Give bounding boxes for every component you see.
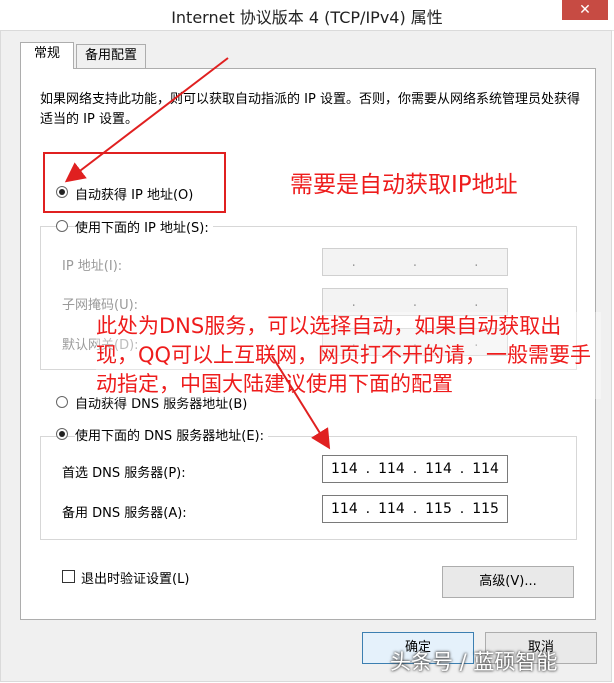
watermark-text: 头条号 / 蓝硕智能 — [390, 650, 558, 674]
close-icon: ✕ — [579, 2, 591, 18]
annotation-auto-ip-note: 需要是自动获取IP地址 — [290, 172, 518, 198]
alternate-dns-octet-3: 115 — [425, 501, 452, 517]
preferred-dns-octet-4: 114 — [472, 461, 499, 477]
description-text: 如果网络支持此功能，则可以获取自动指派的 IP 设置。否则，你需要从网络系统管理… — [40, 92, 580, 127]
validate-on-exit-label[interactable]: 退出时验证设置(L) — [81, 568, 189, 587]
manual-dns-group — [40, 436, 577, 540]
ip-address-label: IP 地址(I): — [62, 259, 123, 274]
radio-manual-dns[interactable] — [56, 428, 68, 440]
ip-address-input: ... — [322, 248, 508, 276]
preferred-dns-octet-1: 114 — [331, 461, 358, 477]
validate-on-exit-checkbox[interactable] — [62, 570, 75, 583]
preferred-dns-label: 首选 DNS 服务器(P): — [62, 466, 186, 481]
radio-auto-dns[interactable] — [56, 396, 68, 408]
annotation-dns-note: 此处为DNS服务，可以选择自动，如果自动获取出现，QQ可以上互联网，网页打不开的… — [96, 312, 601, 399]
tab-general-label: 常规 — [33, 46, 60, 61]
annotation-highlight-box — [43, 152, 226, 213]
subnet-mask-label: 子网掩码(U): — [62, 298, 139, 313]
tab-general[interactable]: 常规 — [20, 42, 74, 69]
alternate-dns-input[interactable]: 114. 114. 115. 115 — [322, 495, 508, 523]
alternate-dns-octet-4: 115 — [472, 501, 499, 517]
preferred-dns-octet-3: 114 — [425, 461, 452, 477]
advanced-button[interactable]: 高级(V)... — [442, 566, 574, 598]
alternate-dns-octet-2: 114 — [378, 501, 405, 517]
close-button[interactable]: ✕ — [562, 0, 608, 20]
preferred-dns-octet-2: 114 — [378, 461, 405, 477]
tab-alternate-config[interactable]: 备用配置 — [76, 44, 146, 68]
alternate-dns-octet-1: 114 — [331, 501, 358, 517]
radio-manual-ip-label[interactable]: 使用下面的 IP 地址(S): — [75, 217, 213, 236]
preferred-dns-input[interactable]: 114. 114. 114. 114 — [322, 455, 508, 483]
tab-alternate-config-label: 备用配置 — [84, 48, 137, 63]
window-title: Internet 协议版本 4 (TCP/IPv4) 属性 — [171, 8, 443, 27]
radio-manual-dns-label[interactable]: 使用下面的 DNS 服务器地址(E): — [75, 425, 268, 444]
alternate-dns-label: 备用 DNS 服务器(A): — [62, 506, 187, 521]
radio-manual-ip[interactable] — [56, 220, 68, 232]
